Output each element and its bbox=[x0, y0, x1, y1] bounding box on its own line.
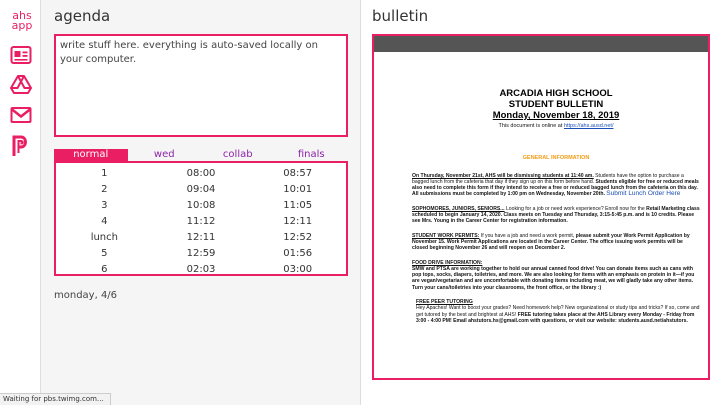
announcement-lead: On Thursday, November 21st, AHS will be … bbox=[412, 172, 594, 179]
schoology-icon[interactable] bbox=[10, 135, 32, 157]
agenda-panel: agenda write stuff here. everything is a… bbox=[41, 0, 360, 405]
logo-line-2: app bbox=[11, 19, 33, 32]
school-name: ARCADIA HIGH SCHOOL bbox=[499, 88, 613, 99]
bulletin-date: Monday, November 18, 2019 bbox=[492, 110, 620, 121]
period-cell: lunch bbox=[90, 232, 118, 243]
schedule-row: 6 02:03 03:00 bbox=[56, 262, 346, 278]
announcement-retail: SOPHOMORES, JUNIORS, SENIORS... Looking … bbox=[412, 206, 700, 225]
schedule-row: lunch 12:11 12:52 bbox=[56, 230, 346, 246]
announcement-lead: FOOD DRIVE INFORMATION: bbox=[412, 259, 483, 266]
announcement-lead: FREE PEER TUTORING bbox=[416, 299, 473, 306]
schedule-row: 3 10:08 11:05 bbox=[56, 198, 346, 214]
schedule-row: 5 12:59 01:56 bbox=[56, 246, 346, 262]
end-time-cell: 01:56 bbox=[283, 248, 313, 259]
agenda-title: agenda bbox=[54, 7, 111, 25]
period-cell: 2 bbox=[101, 184, 108, 195]
start-time-cell: 02:03 bbox=[186, 264, 216, 275]
start-time-cell: 09:04 bbox=[186, 184, 216, 195]
section-heading: GENERAL INFORMATION bbox=[522, 155, 590, 162]
schedule-table: 1 08:00 08:57 2 09:04 10:01 3 10:08 11:0… bbox=[54, 161, 348, 276]
announcement-tutoring: FREE PEER TUTORING Hey Apaches! Want to … bbox=[416, 299, 700, 324]
period-cell: 4 bbox=[101, 216, 108, 227]
start-time-cell: 11:12 bbox=[186, 216, 216, 227]
start-time-cell: 10:08 bbox=[186, 200, 216, 211]
bulletin-heading: STUDENT BULLETIN bbox=[508, 99, 604, 110]
online-note: This document is online at https://ahs.a… bbox=[412, 123, 700, 129]
end-time-cell: 08:57 bbox=[283, 168, 313, 179]
sidebar: ahs app bbox=[0, 0, 41, 405]
announcement-bold: SMW and PTSA are working together to hol… bbox=[412, 265, 695, 291]
tab-collab[interactable]: collab bbox=[201, 149, 275, 161]
period-cell: 5 bbox=[101, 248, 108, 259]
end-time-cell: 03:00 bbox=[283, 264, 313, 275]
end-time-cell: 12:11 bbox=[283, 216, 313, 227]
online-prefix: This document is online at bbox=[498, 123, 564, 129]
id-card-icon[interactable] bbox=[10, 44, 32, 66]
end-time-cell: 11:05 bbox=[283, 200, 313, 211]
start-time-cell: 12:59 bbox=[186, 248, 216, 259]
tab-finals[interactable]: finals bbox=[275, 149, 349, 161]
gmail-icon[interactable] bbox=[10, 104, 32, 126]
tab-normal[interactable]: normal bbox=[54, 149, 128, 161]
lunch-order-link[interactable]: Submit Lunch Order Here bbox=[606, 190, 680, 198]
period-cell: 3 bbox=[101, 200, 108, 211]
current-date: monday, 4/6 bbox=[54, 290, 118, 301]
schedule-row: 1 08:00 08:57 bbox=[56, 166, 346, 182]
announcement-lead: SOPHOMORES, JUNIORS, SENIORS... bbox=[412, 205, 505, 212]
bulletin-document-frame[interactable]: ARCADIA HIGH SCHOOL STUDENT BULLETIN Mon… bbox=[372, 34, 710, 380]
google-drive-icon[interactable] bbox=[10, 74, 32, 96]
browser-status-bar: Waiting for pbs.twimg.com... bbox=[0, 393, 111, 405]
bulletin-document: ARCADIA HIGH SCHOOL STUDENT BULLETIN Mon… bbox=[374, 52, 708, 324]
bulletin-panel: bulletin ARCADIA HIGH SCHOOL STUDENT BUL… bbox=[360, 0, 720, 405]
app-logo[interactable]: ahs app bbox=[11, 10, 33, 32]
period-cell: 6 bbox=[101, 264, 108, 275]
document-toolbar bbox=[374, 36, 708, 52]
announcement-food-drive: FOOD DRIVE INFORMATION: SMW and PTSA are… bbox=[412, 260, 700, 291]
schedule-tabs: normal wed collab finals bbox=[54, 149, 348, 161]
start-time-cell: 12:11 bbox=[186, 232, 216, 243]
period-cell: 1 bbox=[101, 168, 108, 179]
end-time-cell: 12:52 bbox=[283, 232, 313, 243]
end-time-cell: 10:01 bbox=[283, 184, 313, 195]
schedule-row: 4 11:12 12:11 bbox=[56, 214, 346, 230]
tab-wed[interactable]: wed bbox=[128, 149, 202, 161]
schedule-row: 2 09:04 10:01 bbox=[56, 182, 346, 198]
online-link[interactable]: https://ahs.ausd.net/ bbox=[564, 123, 614, 129]
announcement-text: Looking for a job or need work experienc… bbox=[504, 205, 647, 212]
start-time-cell: 08:00 bbox=[186, 168, 216, 179]
announcement-lead: STUDENT WORK PERMITS: bbox=[412, 232, 480, 239]
notes-textarea[interactable]: write stuff here. everything is auto-sav… bbox=[54, 34, 348, 137]
announcement-text: If you have a job and need a work permit… bbox=[479, 232, 576, 239]
bulletin-title: bulletin bbox=[372, 7, 429, 25]
announcement-work-permits: STUDENT WORK PERMITS: If you have a job … bbox=[412, 233, 700, 252]
announcement-dismissal: On Thursday, November 21st, AHS will be … bbox=[412, 173, 700, 198]
